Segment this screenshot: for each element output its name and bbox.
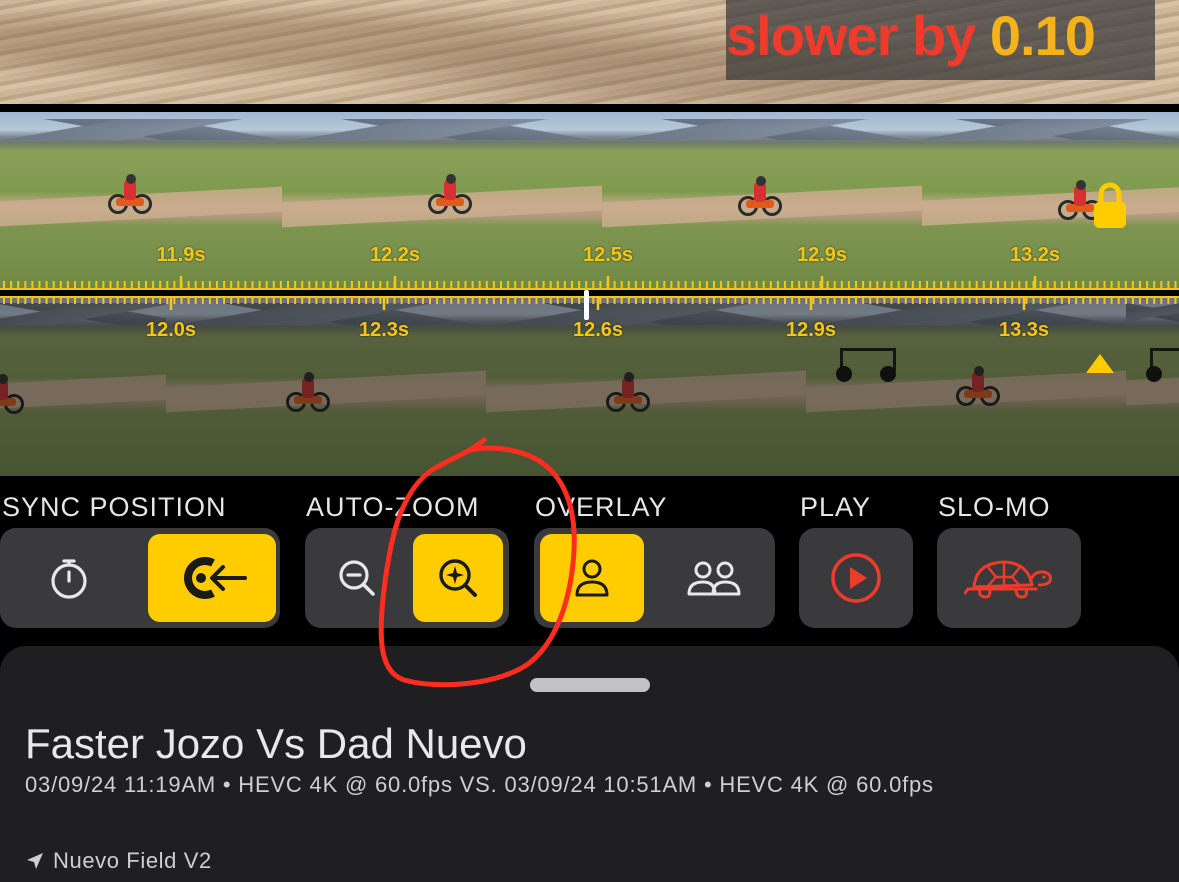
- slo-mo-button[interactable]: [937, 528, 1081, 628]
- sheet-grabber[interactable]: [530, 678, 650, 692]
- rider: [738, 176, 782, 216]
- play-button[interactable]: [799, 528, 913, 628]
- play-group: [799, 528, 913, 628]
- tick-label: 12.5s: [582, 244, 634, 266]
- tick-label: 13.2s: [1009, 244, 1061, 266]
- zoom-auto-icon: [439, 559, 477, 597]
- difference-overlay-text: slower by 0.10: [726, 4, 1096, 68]
- sync-stopwatch-button[interactable]: [6, 534, 132, 622]
- overlay-single-button[interactable]: [540, 534, 644, 622]
- timeline-bottom-labels: 12.0s 12.3s 12.6s 12.9s 13.3s: [0, 319, 1179, 349]
- sync-position-group: [0, 528, 280, 628]
- playhead[interactable]: [584, 290, 589, 320]
- sync-target-icon: [184, 557, 247, 599]
- tick-label: 12.2s: [369, 244, 421, 266]
- location-arrow-icon: [27, 853, 43, 869]
- rider: [956, 366, 1000, 406]
- tick-label: 13.3s: [998, 319, 1050, 341]
- rider: [606, 372, 650, 412]
- rider: [0, 374, 24, 414]
- zoom-out-button[interactable]: [311, 534, 403, 622]
- auto-zoom-group: [305, 528, 509, 628]
- timeline-top-labels: 11.9s 12.2s 12.5s 12.9s 13.2s: [0, 244, 1179, 274]
- details-sheet: Faster Jozo Vs Dad Nuevo 03/09/24 11:19A…: [0, 646, 1179, 882]
- location-row[interactable]: Nuevo Field V2: [25, 848, 212, 874]
- location-name: Nuevo Field V2: [53, 848, 212, 873]
- overlay-group: [534, 528, 775, 628]
- stopwatch-icon: [51, 559, 87, 599]
- triangle-up-icon[interactable]: [1085, 352, 1115, 374]
- lock-icon[interactable]: [1093, 180, 1127, 230]
- overlay-label: OVERLAY: [535, 492, 668, 522]
- rider: [428, 174, 472, 214]
- people-icon: [687, 561, 741, 596]
- auto-zoom-label: AUTO-ZOOM: [306, 492, 480, 522]
- turtle-icon: [964, 560, 1052, 599]
- sync-position-label: SYNC POSITION: [2, 492, 227, 522]
- auto-zoom-button[interactable]: [413, 534, 503, 622]
- comparison-subtitle: 03/09/24 11:19AM • HEVC 4K @ 60.0fps VS.…: [25, 772, 934, 797]
- sync-target-button[interactable]: [148, 534, 276, 622]
- person-icon: [575, 559, 609, 597]
- tick-label: 12.9s: [785, 319, 837, 341]
- tick-label: 11.9s: [156, 244, 206, 266]
- overlay-multi-button[interactable]: [660, 534, 768, 622]
- comparison-title: Faster Jozo Vs Dad Nuevo: [25, 720, 527, 767]
- play-icon: [831, 553, 881, 603]
- buggy: [836, 348, 896, 382]
- slo-mo-group: [937, 528, 1081, 628]
- tick-label: 12.0s: [145, 319, 197, 341]
- rider: [286, 372, 330, 412]
- slo-mo-label: SLO-MO: [938, 492, 1051, 522]
- tick-label: 12.3s: [358, 319, 410, 341]
- play-label: PLAY: [800, 492, 872, 522]
- difference-label: slower by: [726, 4, 976, 67]
- buggy: [1146, 348, 1179, 382]
- rider: [108, 174, 152, 214]
- tick-label: 12.6s: [572, 319, 624, 341]
- zoom-out-icon: [339, 560, 375, 596]
- timeline-top-ruler[interactable]: [0, 276, 1179, 290]
- timeline-bottom-ruler[interactable]: [0, 296, 1179, 310]
- tick-label: 12.9s: [796, 244, 848, 266]
- difference-value: 0.10: [989, 4, 1096, 67]
